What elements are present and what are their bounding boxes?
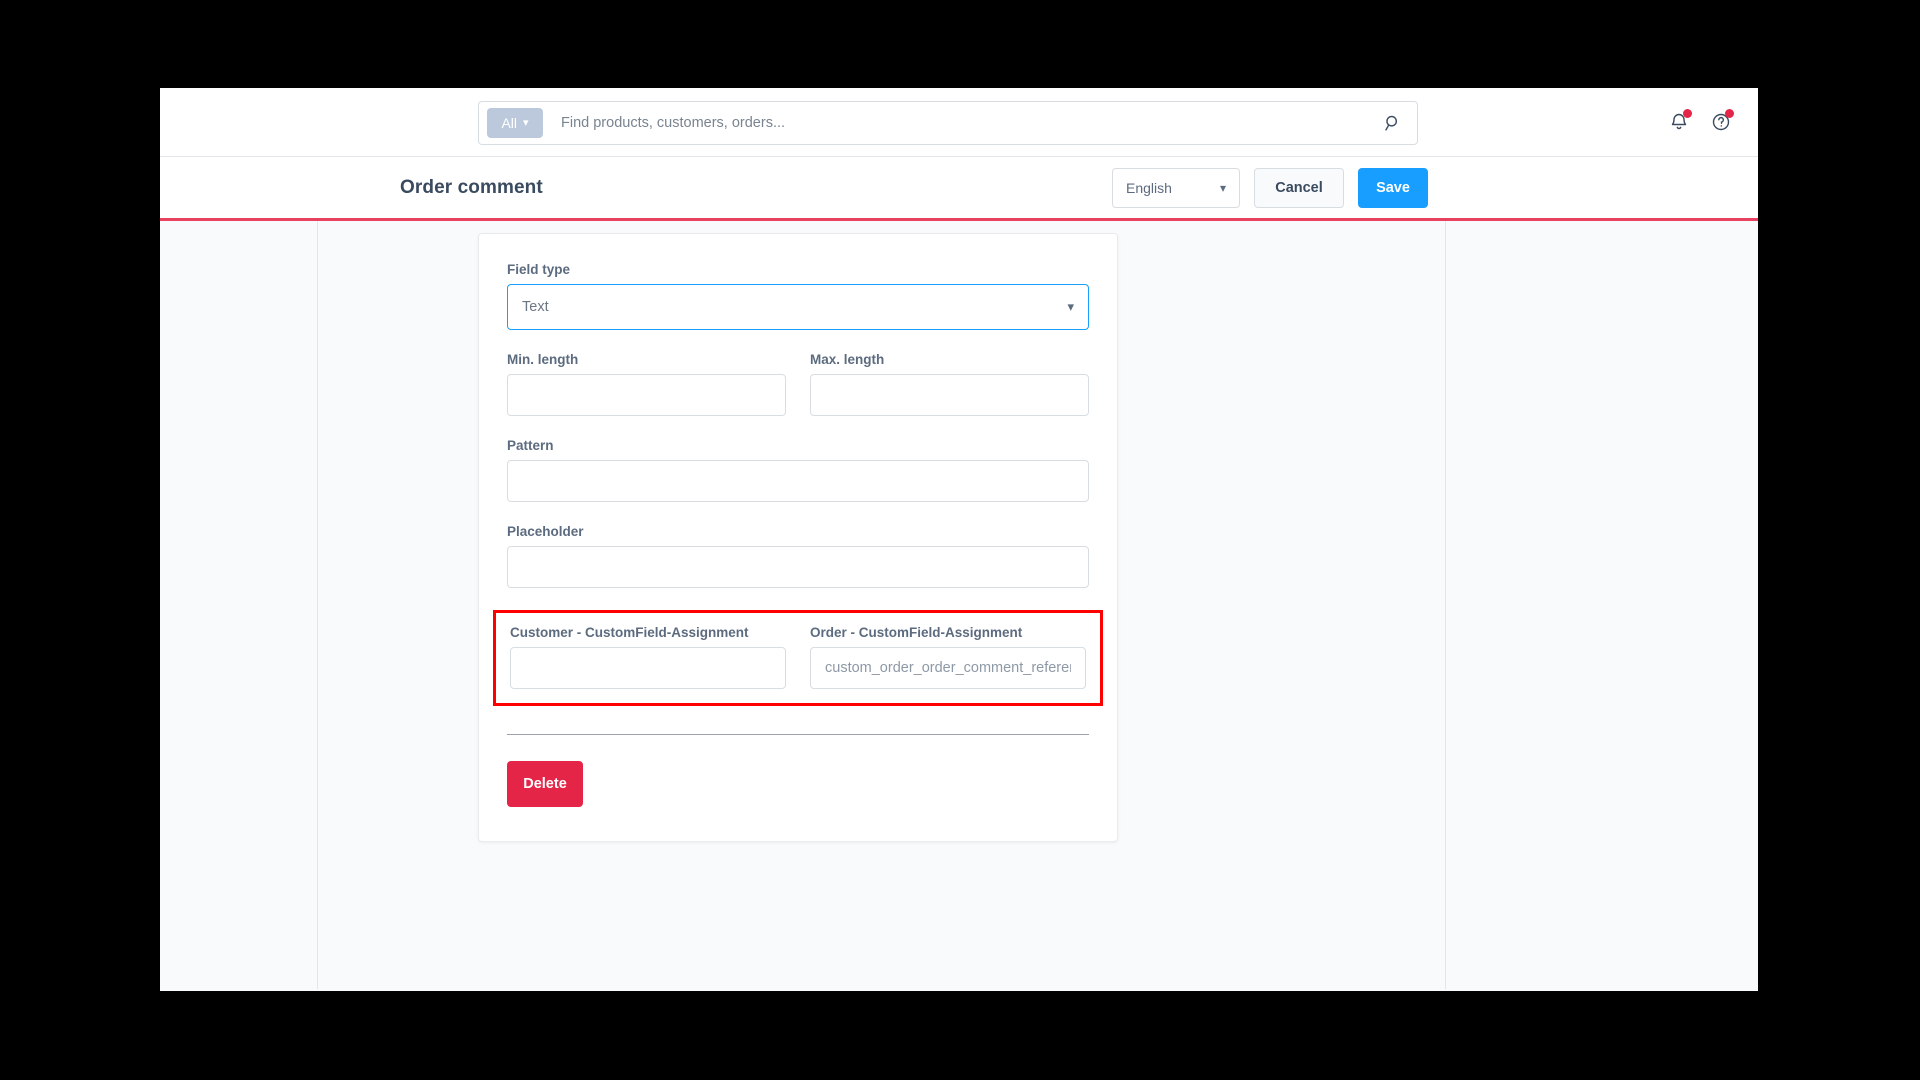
max-length-label: Max. length — [810, 352, 885, 367]
field-type-value: Text — [522, 299, 549, 315]
bell-icon[interactable] — [1666, 109, 1692, 135]
global-search-bar[interactable]: All ▾ — [478, 101, 1418, 145]
chevron-down-icon: ▾ — [1219, 180, 1226, 195]
search-input[interactable] — [559, 114, 1383, 132]
pattern-label: Pattern — [507, 438, 554, 453]
field-type-label: Field type — [507, 262, 571, 277]
customer-assignment-label: Customer - CustomField-Assignment — [510, 625, 749, 640]
cancel-button[interactable]: Cancel — [1254, 167, 1344, 208]
max-length-block: Max. length — [810, 352, 1089, 416]
delete-button[interactable]: Delete — [507, 761, 583, 807]
smart-bar: Order comment English ▾ Cancel Save — [160, 157, 1758, 221]
search-icon[interactable] — [1383, 113, 1403, 133]
order-assignment-input[interactable] — [810, 647, 1086, 689]
assignment-row: Customer - CustomField-Assignment Order … — [510, 625, 1086, 689]
topbar-icon-group — [1666, 109, 1734, 135]
save-button[interactable]: Save — [1358, 167, 1428, 208]
chevron-down-icon: ▾ — [523, 116, 529, 129]
card-divider — [507, 734, 1089, 735]
customfield-assignment-highlight: Customer - CustomField-Assignment Order … — [493, 610, 1103, 706]
customer-assignment-block: Customer - CustomField-Assignment — [510, 625, 786, 689]
placeholder-block: Placeholder — [507, 524, 1089, 588]
min-length-label: Min. length — [507, 352, 579, 367]
language-select-value: English — [1126, 179, 1172, 196]
content-area: Field type Text ▾ Min. length Max. lengt… — [160, 221, 1758, 989]
language-select[interactable]: English ▾ — [1112, 167, 1240, 208]
smart-bar-actions: English ▾ Cancel Save — [1112, 167, 1428, 208]
browser-viewport: All ▾ Find products, customers, orders..… — [160, 88, 1758, 991]
content-rail-right — [1445, 221, 1446, 989]
search-scope-label: All — [501, 115, 518, 131]
placeholder-input[interactable] — [507, 546, 1089, 588]
chevron-down-icon: ▾ — [1067, 299, 1074, 314]
order-assignment-label: Order - CustomField-Assignment — [810, 625, 1023, 640]
pattern-block: Pattern — [507, 438, 1089, 502]
search-scope-selector[interactable]: All ▾ — [487, 108, 543, 138]
min-length-block: Min. length — [507, 352, 786, 416]
question-circle-icon[interactable] — [1708, 109, 1734, 135]
order-assignment-block: Order - CustomField-Assignment — [810, 625, 1086, 689]
top-navigation-bar: All ▾ — [160, 88, 1758, 157]
field-type-block: Field type Text ▾ — [507, 262, 1089, 330]
notification-badge-dot — [1683, 109, 1692, 118]
custom-field-detail-card: Field type Text ▾ Min. length Max. lengt… — [478, 233, 1118, 842]
max-length-input[interactable] — [810, 374, 1089, 416]
content-rail-left — [317, 221, 318, 989]
page-title: Order comment — [400, 176, 543, 198]
length-row: Min. length Max. length — [507, 352, 1089, 416]
pattern-input[interactable] — [507, 460, 1089, 502]
help-badge-dot — [1725, 109, 1734, 118]
field-type-select[interactable]: Text ▾ — [507, 284, 1089, 330]
customer-assignment-input[interactable] — [510, 647, 786, 689]
min-length-input[interactable] — [507, 374, 786, 416]
placeholder-label: Placeholder — [507, 524, 584, 539]
